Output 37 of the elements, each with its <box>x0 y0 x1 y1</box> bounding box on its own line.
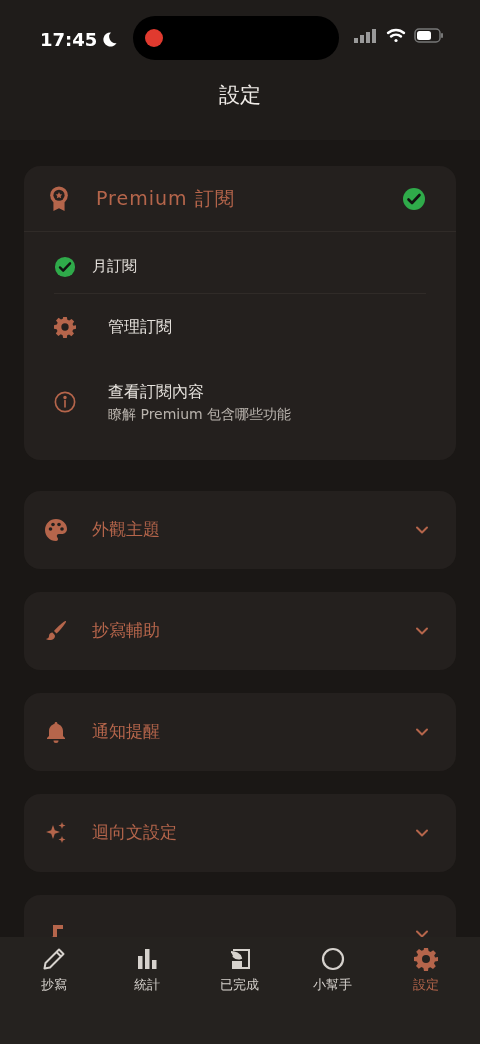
bar-chart-icon <box>135 947 160 971</box>
page-title: 設定 <box>219 82 261 109</box>
section-label: 迴向文設定 <box>92 821 178 845</box>
item-subtitle: 瞭解 Premium 包含哪些功能 <box>108 404 292 424</box>
section-label: 外觀主題 <box>92 518 161 542</box>
tab-item[interactable]: 已完成 <box>193 947 287 995</box>
recording-dot <box>145 29 164 47</box>
plan-label: 月訂閱 <box>92 256 137 278</box>
status-time: 17:45 <box>40 28 98 52</box>
signal-icon <box>354 28 378 43</box>
sparkles-icon <box>44 821 68 845</box>
settings-section[interactable]: 迴向文設定 <box>24 794 456 872</box>
item-title: 查看訂閱內容 <box>108 380 205 403</box>
tab-item[interactable]: 設定 <box>379 947 472 995</box>
pencil-icon <box>42 947 67 971</box>
tab-item[interactable]: 小幫手 <box>286 947 380 995</box>
settings-section[interactable]: 抄寫輔助 <box>24 592 456 670</box>
bell-icon <box>44 720 68 744</box>
circle-icon <box>320 947 345 971</box>
menu-item[interactable]: 管理訂閱 <box>108 315 172 339</box>
card-title: Premium 訂閱 <box>96 186 236 212</box>
settings-section[interactable]: 外觀主題 <box>24 491 456 569</box>
section-label: 抄寫輔助 <box>92 619 161 643</box>
brush-icon <box>44 619 68 643</box>
menu-item[interactable]: 查看訂閱內容 瞭解 Premium 包含哪些功能 <box>100 379 292 425</box>
picture-frame-icon <box>228 947 252 971</box>
tab-item[interactable]: 統計 <box>100 947 194 995</box>
tab-item[interactable]: 抄寫 <box>8 947 101 995</box>
settings-icon <box>413 947 438 971</box>
moon-icon <box>101 31 119 48</box>
wifi-icon <box>386 28 406 43</box>
section-label: 通知提醒 <box>92 720 161 744</box>
palette-icon <box>44 518 68 542</box>
battery-icon <box>414 28 444 43</box>
info-icon <box>54 391 76 413</box>
settings-icon <box>54 316 76 338</box>
settings-section[interactable]: 通知提醒 <box>24 693 456 771</box>
